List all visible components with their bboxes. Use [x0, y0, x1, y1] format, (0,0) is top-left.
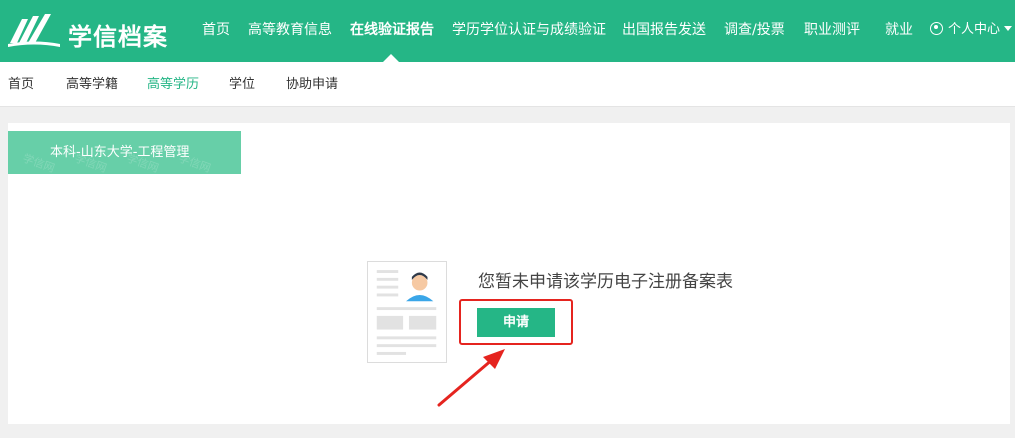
chevron-down-icon: [1004, 26, 1013, 31]
active-nav-indicator: [383, 54, 399, 62]
nav-degree-certification[interactable]: 学历学位认证与成绩验证: [452, 20, 606, 40]
sub-nav-bar: 首页 高等学籍 高等学历 学位 协助申请: [0, 62, 1015, 107]
user-center-menu[interactable]: 个人中心: [930, 20, 1013, 40]
subnav-home[interactable]: 首页: [8, 76, 34, 94]
subnav-education[interactable]: 高等学历: [147, 76, 199, 94]
apply-button[interactable]: 申请: [477, 308, 555, 337]
nav-survey-vote[interactable]: 调查/投票: [724, 20, 785, 40]
nav-overseas-report[interactable]: 出国报告发送: [622, 20, 706, 40]
nav-higher-education-info[interactable]: 高等教育信息: [248, 20, 332, 40]
subnav-assist-apply[interactable]: 协助申请: [286, 76, 338, 94]
record-tab-label: 本科-山东大学-工程管理: [50, 145, 190, 160]
nav-career-assessment[interactable]: 职业测评: [804, 20, 860, 40]
subnav-degree[interactable]: 学位: [229, 76, 255, 94]
nav-home[interactable]: 首页: [202, 20, 230, 40]
nav-online-verification-report[interactable]: 在线验证报告: [350, 20, 434, 40]
top-nav-bar: 学信档案 首页 高等教育信息 在线验证报告 学历学位认证与成绩验证 出国报告发送…: [0, 0, 1015, 62]
user-center-label: 个人中心: [948, 22, 1001, 37]
annotation-arrow-icon: [437, 349, 505, 407]
book-logo-icon: [8, 14, 60, 47]
empty-state-message: 您暂未申请该学历电子注册备案表: [478, 272, 733, 292]
nav-employment[interactable]: 就业: [885, 20, 913, 40]
education-record-card: 学信网 学信网 学信网 学信网 本科-山东大学-工程管理 您暂未申请该学历电子注…: [8, 123, 1010, 424]
user-icon: [930, 22, 943, 35]
logo-text: 学信档案: [68, 23, 168, 51]
record-tab[interactable]: 学信网 学信网 学信网 学信网 本科-山东大学-工程管理: [8, 131, 241, 174]
subnav-enrollment[interactable]: 高等学籍: [66, 76, 118, 94]
logo[interactable]: 学信档案: [8, 11, 172, 51]
